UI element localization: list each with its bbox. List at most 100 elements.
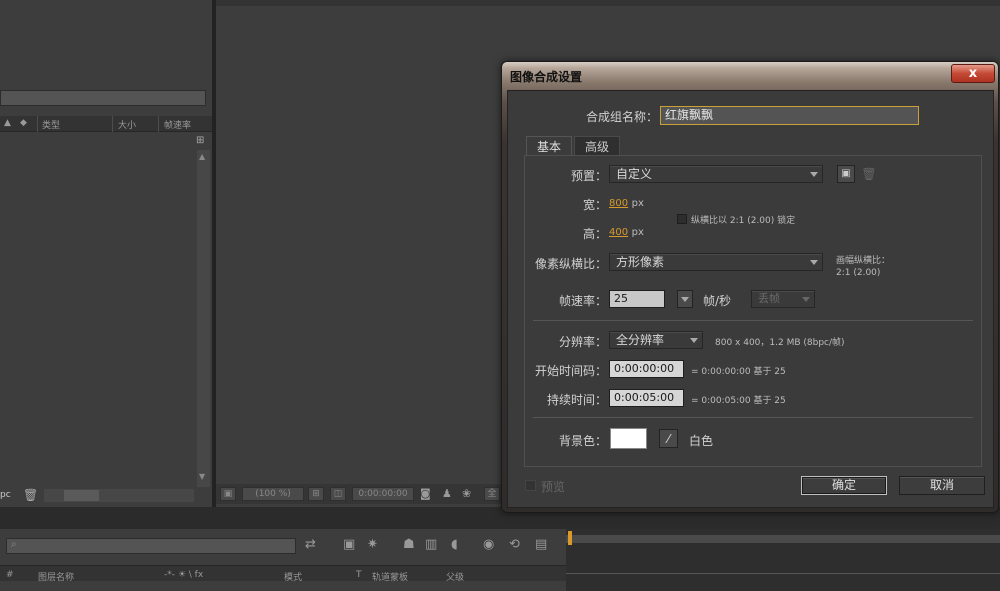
auto-keyframe-icon[interactable]: ⟲ (509, 537, 520, 552)
cancel-button[interactable]: 取消 (899, 476, 985, 495)
duration-info: = 0:00:05:00 基于 25 (691, 396, 786, 406)
bg-color-label: 背景色： (558, 434, 607, 448)
project-scrollbar-horizontal[interactable] (44, 489, 194, 502)
comp-name-input[interactable]: 红旗飘飘 (660, 106, 919, 125)
height-value[interactable]: 400 (609, 227, 628, 238)
width-field[interactable]: 800 px (609, 196, 644, 209)
work-area-bar[interactable] (566, 535, 1000, 543)
comp-name-label: 合成组名称： (585, 110, 658, 124)
column-switches[interactable]: -*- ☀ \ fx (164, 570, 203, 580)
scroll-thumb[interactable] (64, 490, 99, 501)
snapshot-camera-icon[interactable]: ◙ (420, 487, 431, 500)
start-timecode-info: = 0:00:00:00 基于 25 (691, 367, 786, 377)
brainstorm-icon[interactable]: ◉ (483, 537, 494, 552)
column-layer-name[interactable]: 图层名称 (38, 570, 74, 583)
delete-preset-icon[interactable]: 🗑 (861, 165, 877, 183)
bg-color-swatch[interactable] (610, 428, 647, 449)
column-t[interactable]: T (356, 570, 362, 580)
timeline-search-input[interactable]: ⌕ (6, 538, 296, 554)
column-mode[interactable]: 模式 (284, 570, 302, 583)
preset-dropdown[interactable]: 自定义 (609, 165, 823, 183)
trash-icon[interactable]: 🗑 (23, 488, 38, 502)
live-update-icon[interactable]: ▣ (343, 537, 355, 552)
preset-label: 预置： (570, 169, 607, 183)
preview-checkbox[interactable] (525, 480, 536, 491)
viewer-tab-strip (216, 0, 1000, 6)
width-value[interactable]: 800 (609, 198, 628, 209)
start-timecode-label: 开始时间码： (534, 364, 607, 378)
column-type[interactable]: 类型 (42, 118, 60, 131)
pixel-aspect-dropdown[interactable]: 方形像素 (609, 253, 823, 271)
graph-editor-icon[interactable]: ▤ (535, 537, 547, 552)
height-unit: px (631, 227, 644, 238)
frame-blending-icon[interactable]: ▥ (425, 537, 437, 552)
label-tag-icon[interactable]: ◆ (20, 118, 27, 128)
always-preview-icon[interactable]: ▣ (220, 487, 236, 501)
timeline-column-header: # 图层名称 -*- ☀ \ fx 模式 T 轨道蒙板 父级 (0, 565, 566, 583)
motion-blur-icon[interactable]: ◖ (451, 537, 458, 552)
save-preset-icon[interactable]: ▣ (837, 165, 855, 183)
duration-input[interactable]: 0:00:05:00 (609, 389, 684, 407)
column-track-matte[interactable]: 轨道蒙板 (372, 570, 408, 583)
width-label: 宽： (582, 198, 607, 212)
draft-3d-icon[interactable]: ✷ (367, 537, 378, 552)
shy-layers-icon[interactable]: ☗ (403, 537, 415, 552)
resolution-dropdown[interactable]: 全 (484, 487, 500, 501)
viewer-toolbar: ▣ (100 %) ⊞ ◫ 0:00:00:00 ◙ ♟ ❀ 全 (216, 484, 506, 504)
channel-color-icon[interactable]: ❀ (462, 487, 471, 500)
start-timecode-input[interactable]: 0:00:00:00 (609, 360, 684, 378)
frame-aspect-label: 画幅纵横比： (836, 256, 891, 266)
bpc-label[interactable]: pc (0, 490, 11, 500)
resolution-value: 全分辨率 (616, 333, 665, 347)
chevron-down-icon (681, 297, 689, 302)
sort-up-icon[interactable]: ▲ (4, 118, 11, 128)
close-button[interactable]: x (951, 64, 995, 83)
frame-rate-label: 帧速率： (558, 294, 607, 308)
drop-frame-value: 丢帧 (758, 292, 780, 305)
frame-aspect-value: 2:1 (2.00) (836, 268, 881, 278)
current-time-display[interactable]: 0:00:00:00 (352, 487, 414, 501)
resolution-info: 800 x 400，1.2 MB (8bpc/帧) (715, 338, 845, 348)
zoom-dropdown[interactable]: (100 %) (242, 487, 304, 501)
resolution-label: 分辨率： (558, 335, 607, 349)
chevron-down-icon (690, 338, 698, 343)
time-ruler[interactable] (566, 529, 1000, 591)
ruler-line (566, 573, 1000, 574)
chevron-down-icon (810, 172, 818, 177)
timeline-panel: ⌕ ⇄ ▣ ✷ ☗ ▥ ◖ ◉ ⟲ ▤ # 图层名称 -*- ☀ \ fx 模式… (0, 529, 1000, 591)
frame-rate-unit: 帧/秒 (703, 294, 732, 308)
chevron-down-icon (810, 260, 818, 265)
project-search-bar[interactable] (0, 90, 206, 106)
column-frame-rate[interactable]: 帧速率 (164, 118, 191, 131)
column-hash[interactable]: # (6, 570, 14, 580)
bg-color-name: 白色 (689, 434, 714, 448)
show-snapshot-icon[interactable]: ♟ (442, 487, 452, 500)
lock-aspect-checkbox[interactable] (677, 214, 687, 224)
resolution-dropdown[interactable]: 全分辨率 (609, 331, 703, 349)
region-of-interest-icon[interactable]: ◫ (330, 487, 346, 501)
current-time-indicator[interactable] (568, 531, 572, 545)
tab-advanced[interactable]: 高级 (574, 136, 620, 156)
ok-button[interactable]: 确定 (801, 476, 887, 495)
comp-mini-flowchart-icon[interactable]: ⇄ (305, 537, 316, 552)
scroll-up-arrow-icon[interactable]: ▲ (199, 152, 205, 161)
preview-label[interactable]: 预览 (541, 478, 565, 495)
project-panel: ▲ ◆ 类型 大小 帧速率 ⊞ ▲ ▼ pc 🗑 (0, 0, 212, 507)
scroll-down-arrow-icon[interactable]: ▼ (199, 472, 205, 481)
lock-aspect-label[interactable]: 纵横比以 2:1 (2.00) 锁定 (691, 213, 795, 226)
divider-2 (533, 417, 973, 418)
grid-icon[interactable]: ⊞ (308, 487, 324, 501)
column-parent[interactable]: 父级 (446, 570, 464, 583)
drop-frame-dropdown[interactable]: 丢帧 (751, 290, 815, 308)
project-scrollbar-vertical[interactable]: ▲ ▼ (197, 150, 210, 487)
tab-basic[interactable]: 基本 (526, 136, 572, 156)
hierarchy-icon[interactable]: ⊞ (196, 135, 210, 147)
frame-rate-menu-button[interactable] (677, 290, 693, 308)
height-label: 高： (582, 227, 607, 241)
project-column-header: ▲ ◆ 类型 大小 帧速率 (0, 116, 212, 132)
height-field[interactable]: 400 px (609, 225, 644, 238)
frame-rate-input[interactable]: 25 (609, 290, 665, 308)
basic-settings-group: 预置： 自定义 ▣ 🗑 宽： 800 px 纵横比以 2:1 (2.00) 锁定… (524, 155, 982, 467)
column-size[interactable]: 大小 (118, 118, 136, 131)
eyedropper-icon[interactable]: ⁄ (659, 429, 678, 448)
